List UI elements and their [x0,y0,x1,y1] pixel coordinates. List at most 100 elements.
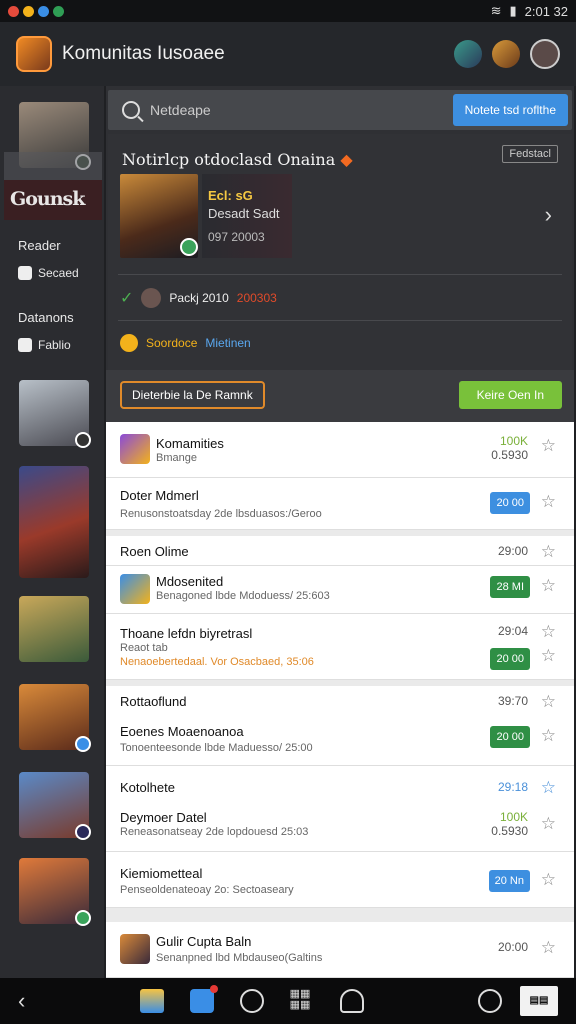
item-title: Komamities [156,436,224,451]
game-icon [120,434,150,464]
item-pill[interactable]: 20 00 [490,648,530,670]
list-item[interactable]: Mdosenited Benagoned lbde Mdoduess/ 25:6… [106,566,574,614]
sidebar-section-datanons: Datanons [18,310,74,325]
list-item[interactable]: Gulir Cupta Baln Senanpned lbd Mbdauseo(… [106,922,574,978]
search-icon [122,101,140,119]
badge-icon [180,238,198,256]
game-thumb[interactable] [19,858,91,926]
sidebar-item-label: Secaed [38,266,79,280]
item-subtitle: Reneasonatseay 2de lopdouesd 25:03 [120,826,309,838]
coin-icon [120,334,138,352]
list-item[interactable]: Rottaoflund 39:70 ☆ Eoenes Moaenoanoa To… [106,686,574,766]
info-text: Packj 2010 [169,291,229,305]
divider [106,908,574,922]
settings-icon[interactable] [477,989,502,1013]
item-title: Doter Mdmerl [120,488,199,503]
item-pill[interactable]: 28 MI [490,576,530,598]
sidebar-item-secaed[interactable]: Secaed [18,266,79,280]
item-title: Gulir Cupta Baln [156,934,252,949]
star-icon[interactable]: ☆ [541,870,556,890]
star-icon[interactable]: ☆ [541,622,556,642]
item-pill[interactable]: 20 00 [490,492,530,514]
item-value: 29:04 [497,624,528,638]
search-button[interactable]: Notete tsd roflthe [452,94,568,126]
list: Komamities Bmange 100K 0.5930 ☆ Doter Md… [106,422,574,978]
badge-icon [75,736,91,752]
profile-avatar[interactable] [530,39,560,69]
chat-icon [18,338,32,352]
star-icon[interactable]: ☆ [541,778,556,798]
search-input[interactable]: Netdeape [150,102,453,118]
window-dots [8,5,64,17]
folder-icon[interactable] [139,989,164,1013]
item-subtitle: Penseoldenateoay 2o: Sectoaseary [120,884,294,896]
app-switcher-icon[interactable]: ▤▤ [519,986,558,1016]
join-button[interactable]: Keire Oen In [458,381,562,409]
panel-title-text: Notirlcp otdoclasd Onaina [122,150,336,169]
game-thumb[interactable] [19,596,89,662]
star-icon[interactable]: ☆ [541,814,556,834]
chevron-right-icon[interactable]: › [545,202,552,228]
store-icon[interactable] [189,985,218,1013]
game-thumb[interactable] [19,466,89,578]
grid-icon[interactable]: ▦▦ ▦▦ [290,989,314,1013]
item-value: 100K [499,810,528,824]
avatar[interactable] [454,40,482,68]
info-row: ✓ Packj 2010 200303 [120,288,277,308]
star-icon[interactable]: ☆ [541,542,556,562]
star-icon[interactable]: ☆ [541,938,556,958]
item-pill[interactable]: 20 00 [490,726,530,748]
item-subtitle: Renusonstoatsday 2de lbsduasos:/Geroo [120,508,322,520]
sidebar-section-reader: Reader [18,238,61,253]
item-subtitle: Bmange [156,452,197,464]
item-title: Rottaoflund [120,694,187,709]
item-subtitle: Tonoenteesonde lbde Maduesso/ 25:00 [120,742,313,754]
sidebar-item-label: Fablio [38,338,71,352]
info-value: Mietinen [205,336,251,350]
list-item[interactable]: Kotolhete 29:18 ☆ Deymoer Datel Reneason… [106,766,574,852]
item-title: Kiemiometteal [120,866,203,881]
divider [118,320,562,321]
featured-name: Desadt Sadt [208,206,280,221]
game-thumb[interactable] [19,380,91,448]
app-header: Komunitas Iusoaee [0,22,576,86]
item-value: 29:18 [497,780,528,794]
featured-item[interactable]: Ecl: sG Desadt Sadt 097 20003 › [120,174,560,258]
back-icon[interactable]: ‹ [18,988,25,1014]
game-thumb[interactable] [19,684,91,752]
rank-button[interactable]: Dieterbie la De Ramnk [120,381,265,409]
star-icon[interactable]: ☆ [541,646,556,666]
list-item[interactable]: Thoane lefdn biyretrasl Reaot tab Nenaoe… [106,614,574,680]
avatar[interactable] [492,40,520,68]
badge-icon [75,824,91,840]
item-title: Mdosenited [156,574,224,589]
star-icon[interactable]: ☆ [541,436,556,456]
game-thumb[interactable] [19,772,91,840]
star-icon[interactable]: ☆ [541,692,556,712]
item-subtitle: Reaot tab [120,642,168,654]
item-title: Roen Olime [120,544,189,559]
star-icon[interactable]: ☆ [541,576,556,596]
item-value2: 0.5930 [491,448,528,462]
list-item[interactable]: Kiemiometteal Penseoldenateoay 2o: Secto… [106,852,574,908]
divider [118,274,562,275]
item-pill[interactable]: 20 Nn [488,870,530,892]
user-icon[interactable] [339,989,364,1013]
list-item[interactable]: Roen Olime 29:00 ☆ [106,536,574,566]
item-title: Thoane lefdn biyretrasl [120,626,253,641]
item-value: 20:00 [497,940,528,954]
wifi-icon: ≋ [490,3,502,18]
item-title: Deymoer Datel [120,810,207,825]
list-item[interactable]: Komamities Bmange 100K 0.5930 ☆ [106,422,574,478]
list-item[interactable]: Doter Mdmerl Renusonstoatsday 2de lbsdua… [106,478,574,530]
star-icon[interactable]: ☆ [541,492,556,512]
clock-icon[interactable] [239,989,264,1013]
star-icon[interactable]: ☆ [541,726,556,746]
item-value: 39:70 [497,694,528,708]
sidebar-item-fablio[interactable]: Fablio [18,338,71,352]
game-logo[interactable]: Gounsk [4,180,102,220]
app-logo[interactable] [16,36,52,72]
badge-icon [75,432,91,448]
green-dot [53,5,64,17]
panel-tag-button[interactable]: Fedstacl [502,145,558,163]
